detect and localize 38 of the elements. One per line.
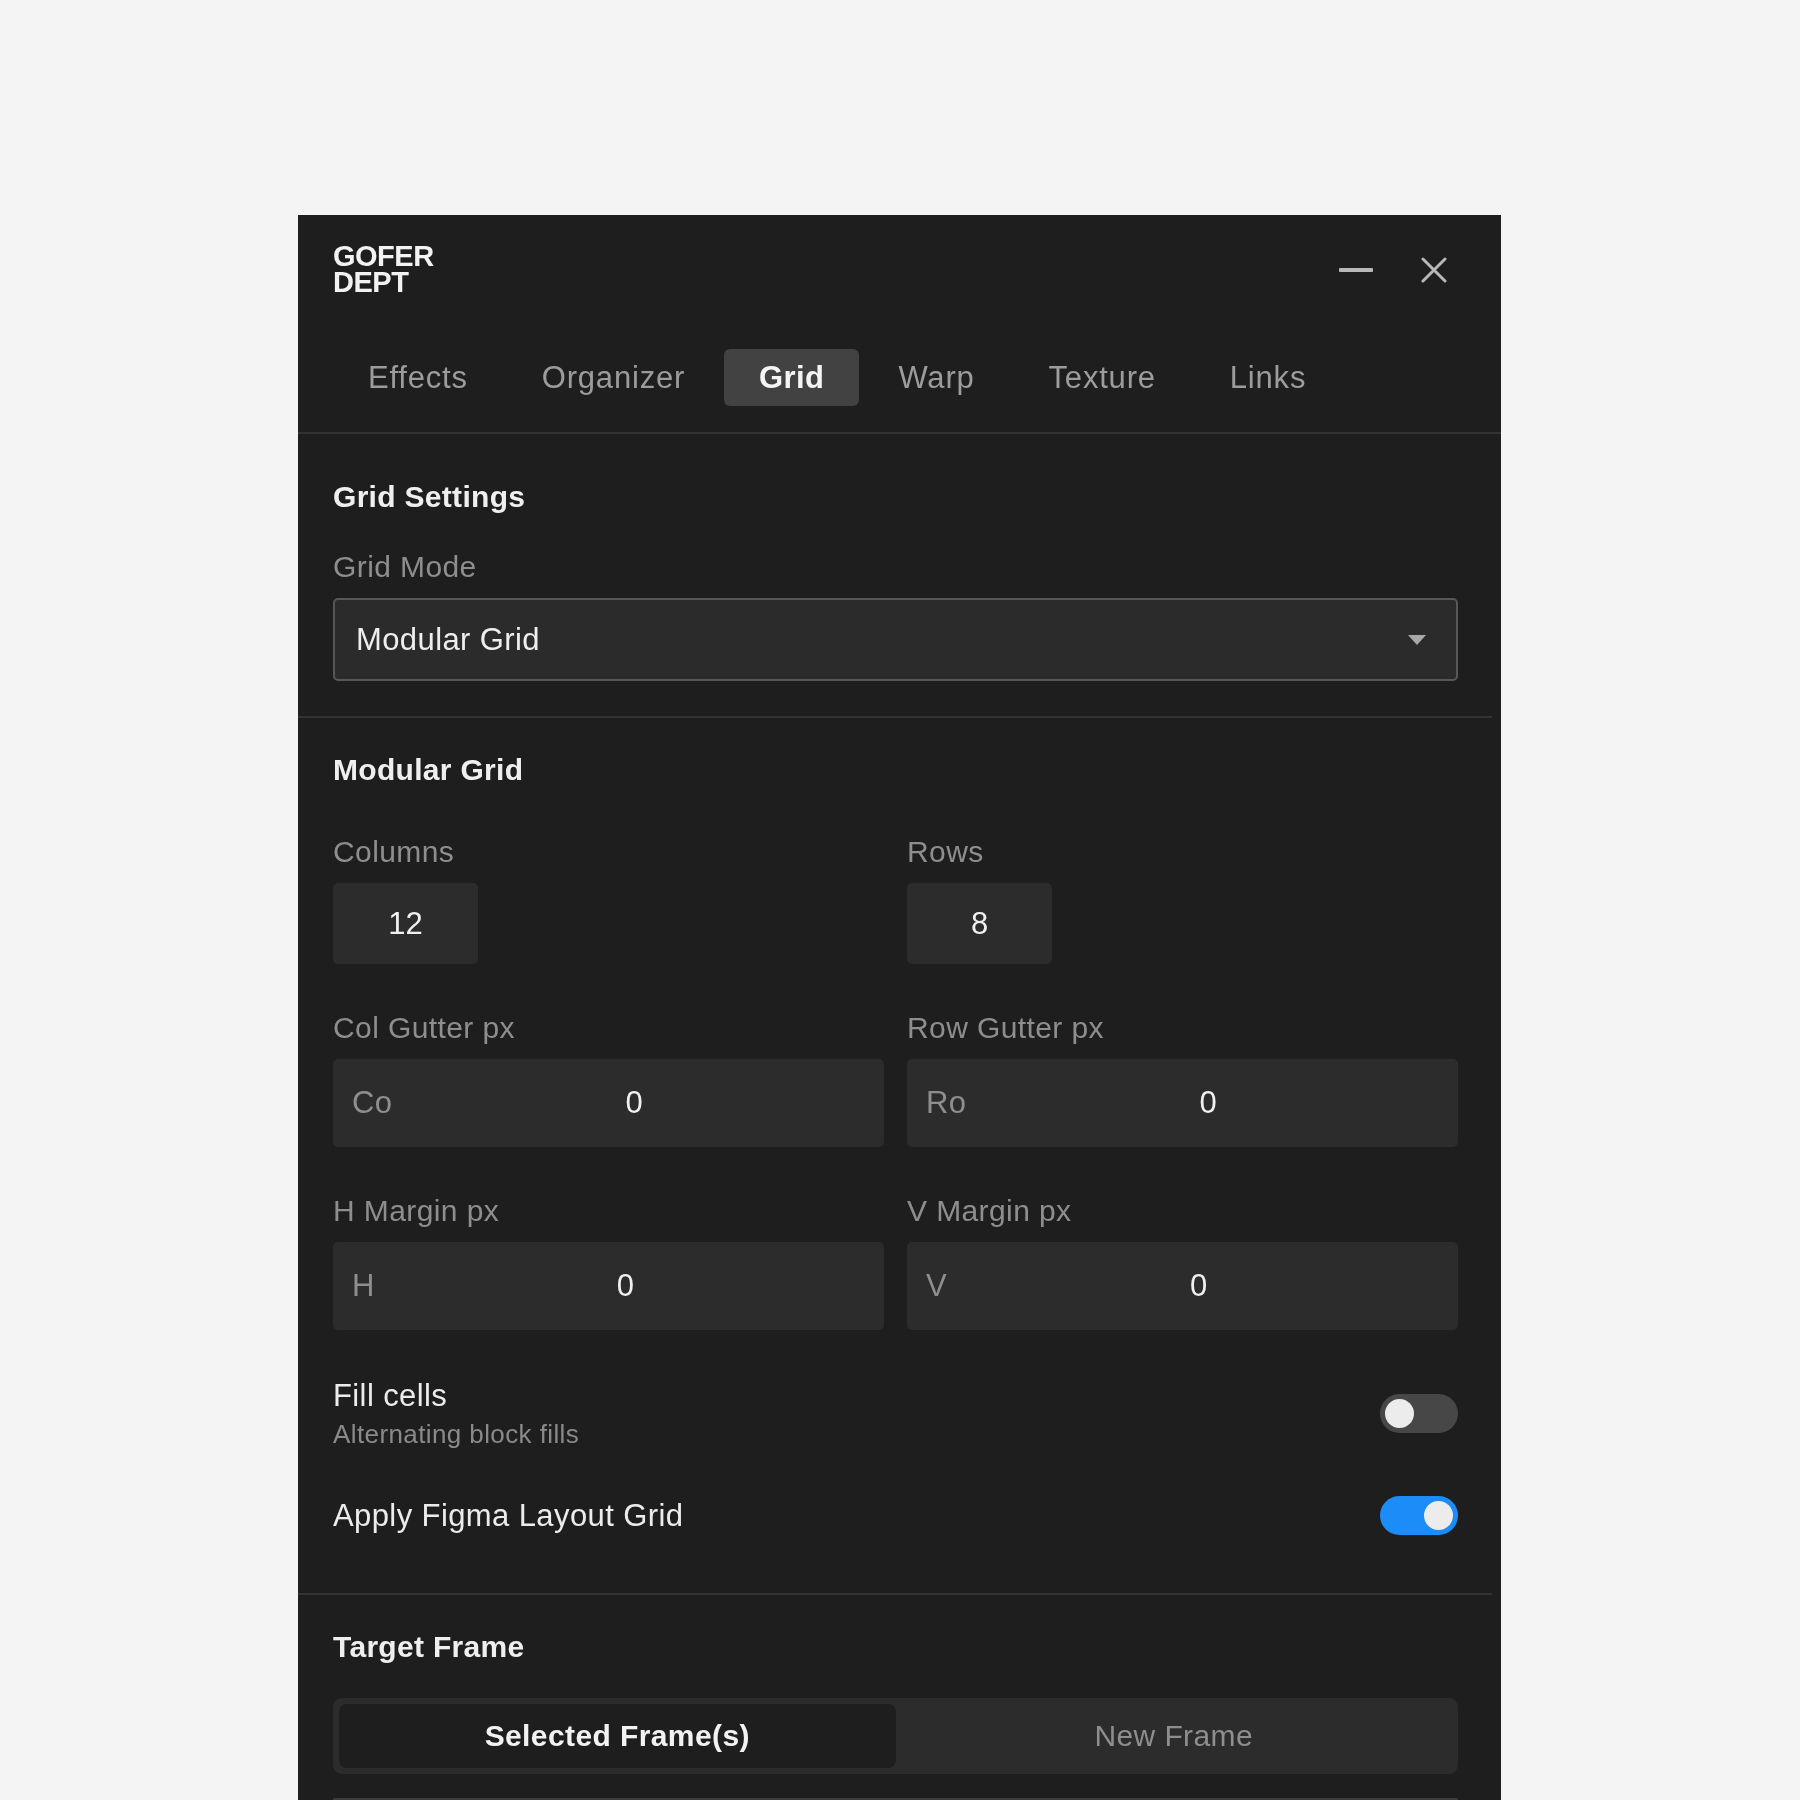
- segment-option[interactable]: Selected Frame(s): [339, 1704, 896, 1768]
- tab[interactable]: Grid: [724, 349, 860, 406]
- number-field[interactable]: Co 0: [333, 1059, 884, 1147]
- number-field[interactable]: Ro 0: [907, 1059, 1458, 1147]
- number-field[interactable]: V 0: [907, 1242, 1458, 1330]
- close-icon: [1421, 257, 1447, 283]
- field-prefix: V: [926, 1268, 948, 1304]
- logo: GOFER DEPT: [333, 243, 434, 295]
- tab[interactable]: Links: [1194, 349, 1342, 406]
- tab[interactable]: Warp: [863, 349, 1010, 406]
- section-heading: Modular Grid: [333, 752, 525, 788]
- number-field[interactable]: 12: [333, 883, 478, 964]
- section-heading: Grid Settings: [333, 479, 527, 515]
- toggle-switch[interactable]: [1380, 1394, 1458, 1433]
- caret-icon: [1408, 634, 1426, 645]
- field-prefix: H: [352, 1268, 375, 1304]
- segment-option[interactable]: New Frame: [895, 1704, 1452, 1768]
- grid-mode-dropdown[interactable]: Modular Grid: [333, 598, 1458, 681]
- field-prefix: Ro: [926, 1085, 967, 1121]
- field-label: V Margin px: [907, 1193, 1072, 1229]
- number-field[interactable]: H 0: [333, 1242, 884, 1330]
- field-label: Rows: [907, 834, 984, 870]
- toggle-label: Apply Figma Layout Grid: [333, 1497, 684, 1534]
- number-field[interactable]: 8: [907, 883, 1052, 964]
- toggle-label: Fill cells: [333, 1378, 449, 1414]
- tab[interactable]: Texture: [1013, 349, 1191, 406]
- field-label: Columns: [333, 834, 455, 870]
- field-prefix: Co: [352, 1085, 393, 1121]
- toggle-switch[interactable]: [1380, 1496, 1458, 1535]
- field-label: Grid Mode: [333, 549, 478, 585]
- tab[interactable]: Organizer: [506, 349, 721, 406]
- field-label: H Margin px: [333, 1193, 500, 1229]
- field-label: Row Gutter px: [907, 1010, 1104, 1046]
- section-heading: Target Frame: [333, 1629, 526, 1665]
- field-label: Col Gutter px: [333, 1010, 515, 1046]
- tab[interactable]: Effects: [333, 349, 503, 406]
- minimize-icon: [1339, 268, 1373, 272]
- toggle-description: Alternating block fills: [333, 1419, 580, 1449]
